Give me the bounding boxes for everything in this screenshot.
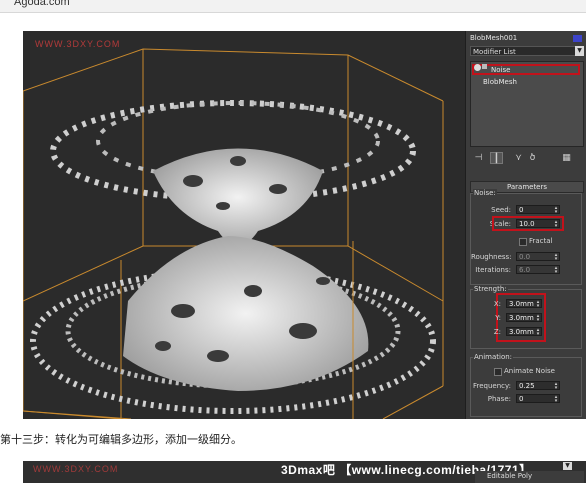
strength-z-spinner[interactable]: 3.0mm ▴ ▾	[506, 327, 542, 337]
strength-group-title: Strength:	[473, 285, 508, 293]
site-label: Agoda.com	[14, 0, 70, 8]
z-label: Z:	[493, 328, 501, 336]
eye-icon[interactable]	[474, 64, 481, 71]
iterations-value: 6.0	[519, 266, 531, 274]
strength-y-spinner[interactable]: 3.0mm ▴ ▾	[506, 313, 542, 323]
stack-toolbar: ⊣ ┃ ⋎ ծ ▦	[470, 152, 582, 166]
stack-item-editable-poly[interactable]: Editable Poly	[487, 472, 532, 480]
frequency-value: 0.25	[519, 382, 535, 390]
browser-bar: Agoda.com	[0, 0, 586, 13]
max-screenshot: WWW.3DXY.COM BlobMesh001 Modifier List ▼…	[23, 31, 586, 419]
roughness-value: 0.0	[519, 253, 531, 261]
chevron-down-icon[interactable]: ▼	[563, 462, 572, 470]
animate-noise-checkbox[interactable]	[494, 368, 502, 376]
object-color-swatch[interactable]	[573, 35, 582, 42]
modifier-list-dropdown[interactable]: Modifier List	[470, 46, 577, 56]
next-command-panel: Editable Poly	[475, 471, 584, 483]
watermark-small: WWW.3DXY.COM	[33, 464, 119, 474]
step-caption: 第十三步：转化为可编辑多边形，添加一级细分。	[0, 433, 242, 446]
roughness-spinner[interactable]: 0.0 ▴ ▾	[516, 252, 560, 262]
animate-noise-label: Animate Noise	[504, 367, 555, 375]
frequency-spinner[interactable]: 0.25 ▴ ▾	[516, 381, 560, 391]
stack-item-noise[interactable]: Noise	[491, 65, 510, 75]
y-label: Y:	[495, 314, 501, 322]
strength-z-value: 3.0mm	[509, 328, 534, 336]
seed-label: Seed:	[491, 206, 511, 214]
seed-value: 0	[519, 206, 524, 214]
object-name-field[interactable]: BlobMesh001	[470, 34, 582, 43]
lower-funnel	[123, 236, 369, 391]
watermark: WWW.3DXY.COM	[35, 39, 121, 49]
strength-y-value: 3.0mm	[509, 314, 534, 322]
pin-stack-icon[interactable]: ⊣	[472, 152, 485, 164]
next-screenshot: WWW.3DXY.COM 3Dmax吧 【www.linecg.com/tieb…	[23, 461, 586, 483]
phase-spinner[interactable]: 0 ▴ ▾	[516, 394, 560, 404]
chevron-down-icon[interactable]: ▼	[575, 46, 584, 56]
frequency-label: Frequency:	[472, 382, 511, 390]
show-end-result-icon[interactable]: ┃	[490, 152, 503, 164]
phase-label: Phase:	[487, 395, 511, 403]
fractal-checkbox[interactable]	[519, 238, 527, 246]
animation-group-title: Animation:	[473, 353, 514, 361]
phase-value: 0	[519, 395, 524, 403]
make-unique-icon[interactable]: ⋎	[512, 152, 525, 164]
perspective-viewport[interactable]: WWW.3DXY.COM	[23, 31, 465, 419]
iterations-label: Iterations:	[475, 266, 511, 274]
selection-highlight	[472, 64, 580, 75]
x-label: X:	[493, 300, 501, 308]
command-panel: BlobMesh001 Modifier List ▼ Noise BlobMe…	[465, 31, 586, 419]
scale-highlight	[492, 216, 564, 231]
seed-spinner[interactable]: 0 ▴ ▾	[516, 205, 560, 215]
roughness-label: Roughness:	[471, 253, 512, 261]
blobmesh-render	[23, 48, 444, 419]
fractal-label: Fractal	[529, 237, 553, 245]
configure-sets-icon[interactable]: ▦	[560, 152, 573, 164]
remove-modifier-icon[interactable]: ծ	[526, 152, 539, 164]
strength-x-spinner[interactable]: 3.0mm ▴ ▾	[506, 299, 542, 309]
noise-group-title: Noise:	[473, 189, 497, 197]
iterations-spinner[interactable]: 6.0 ▴ ▾	[516, 265, 560, 275]
modifier-stack: Noise BlobMesh	[470, 61, 584, 147]
stack-item-blobmesh[interactable]: BlobMesh	[483, 77, 517, 87]
strength-x-value: 3.0mm	[509, 300, 534, 308]
bulb-icon[interactable]	[482, 64, 487, 69]
